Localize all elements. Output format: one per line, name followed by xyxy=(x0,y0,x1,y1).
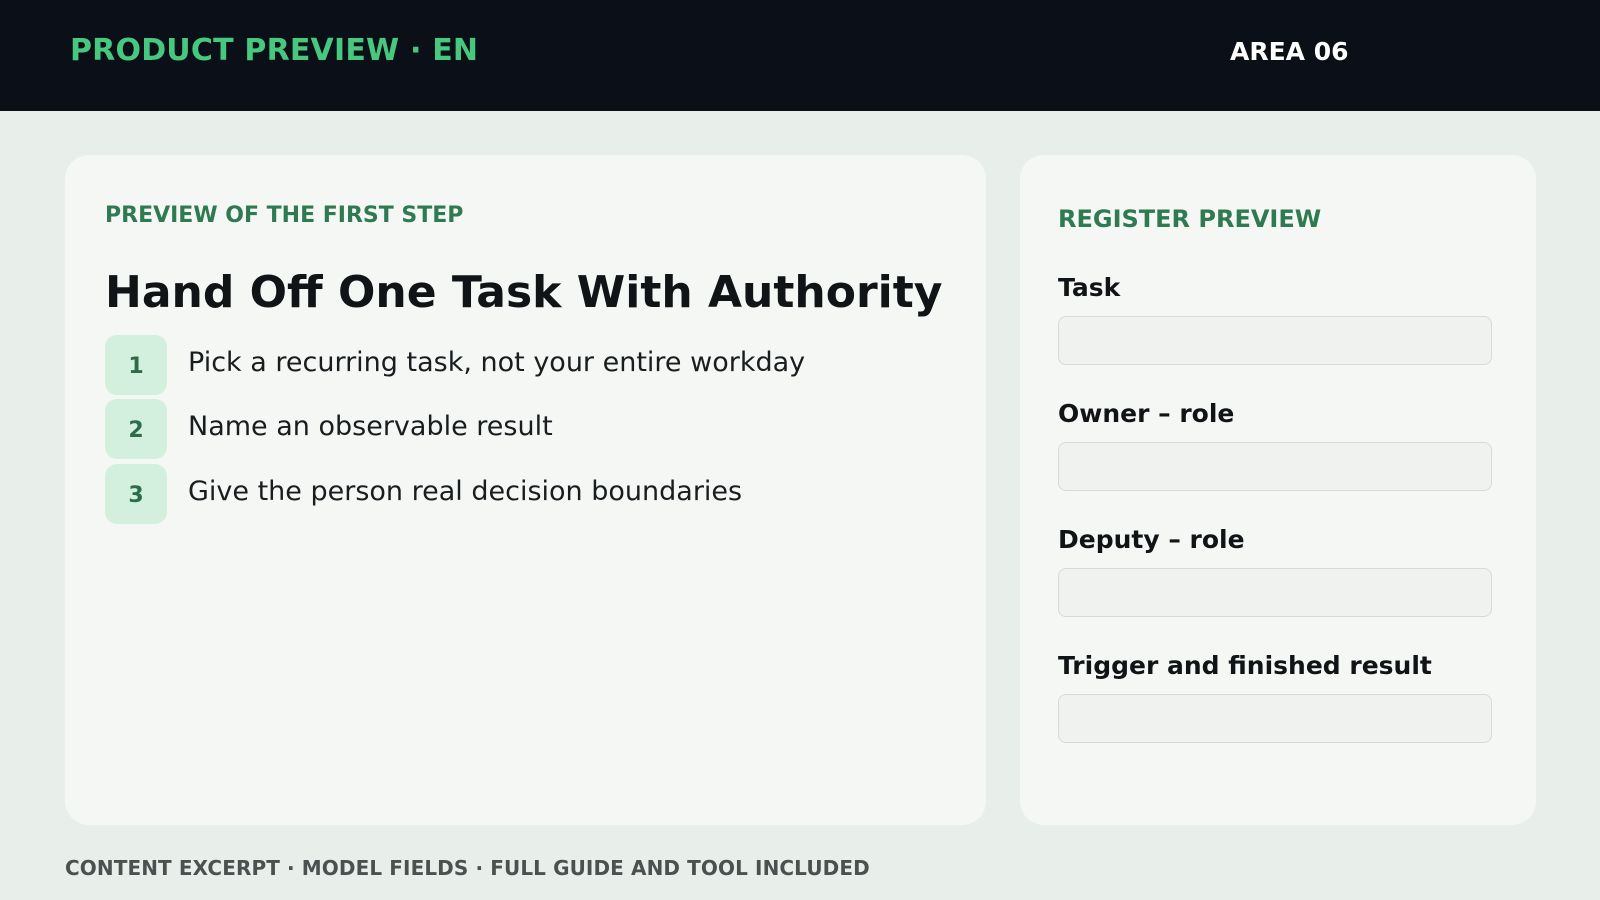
first-step-eyebrow: PREVIEW OF THE FIRST STEP xyxy=(105,203,464,228)
step-text: Name an observable result xyxy=(188,411,553,442)
step-number-badge: 1 xyxy=(105,335,167,395)
trigger-result-label: Trigger and finished result xyxy=(1058,651,1432,680)
deputy-role-field[interactable] xyxy=(1058,568,1492,617)
top-bar: PRODUCT PREVIEW · EN AREA 06 xyxy=(0,0,1600,111)
step-text: Give the person real decision boundaries xyxy=(188,476,743,507)
owner-role-label: Owner – role xyxy=(1058,399,1235,428)
task-label: Task xyxy=(1058,273,1121,302)
step-number-badge: 2 xyxy=(105,399,167,459)
step-number-badge: 3 xyxy=(105,464,167,524)
first-step-card: PREVIEW OF THE FIRST STEP Hand Off One T… xyxy=(65,155,986,825)
footer-note: CONTENT EXCERPT · MODEL FIELDS · FULL GU… xyxy=(65,856,870,880)
step-title: Hand Off One Task With Authority xyxy=(105,267,943,318)
area-label: AREA 06 xyxy=(1230,37,1349,66)
register-eyebrow: REGISTER PREVIEW xyxy=(1058,205,1322,233)
product-preview-title: PRODUCT PREVIEW · EN xyxy=(70,33,479,68)
step-item: 1 Pick a recurring task, not your entire… xyxy=(105,335,925,395)
step-text: Pick a recurring task, not your entire w… xyxy=(188,347,806,378)
owner-role-field[interactable] xyxy=(1058,442,1492,491)
trigger-result-field[interactable] xyxy=(1058,694,1492,743)
register-preview-card: REGISTER PREVIEW Task Owner – role Deput… xyxy=(1020,155,1536,825)
step-item: 2 Name an observable result xyxy=(105,399,925,459)
task-field[interactable] xyxy=(1058,316,1492,365)
step-item: 3 Give the person real decision boundari… xyxy=(105,464,925,524)
deputy-role-label: Deputy – role xyxy=(1058,525,1245,554)
